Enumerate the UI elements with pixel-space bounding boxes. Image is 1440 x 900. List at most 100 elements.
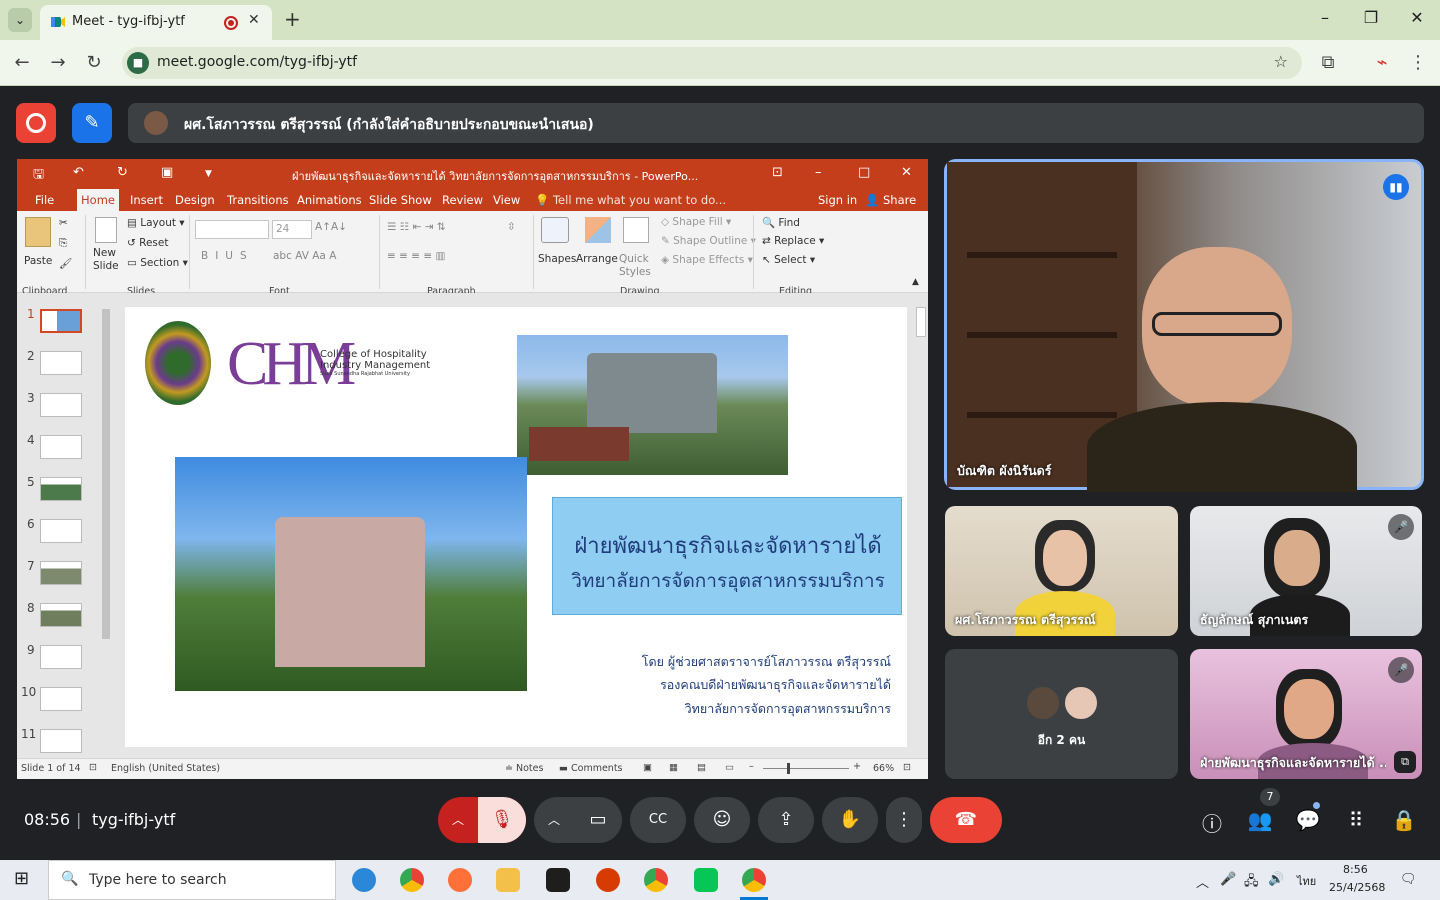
- slide-thumbnail-1[interactable]: [40, 309, 82, 333]
- volume-icon[interactable]: 🔊: [1268, 872, 1284, 887]
- new-slide-icon[interactable]: [95, 217, 117, 243]
- extension-icon[interactable]: ⌁: [1370, 52, 1394, 73]
- omnibox[interactable]: ■ meet.google.com/tyg-ifbj-ytf ☆: [122, 47, 1302, 79]
- copy-icon[interactable]: ⎘: [59, 237, 67, 250]
- tab-animations[interactable]: Animations: [297, 193, 362, 207]
- font-name-field[interactable]: [195, 220, 269, 239]
- activities-icon[interactable]: ⠿: [1342, 808, 1370, 832]
- paste-icon[interactable]: [25, 217, 51, 247]
- pin-tile-icon[interactable]: ⧉: [1394, 751, 1416, 773]
- normal-view-icon[interactable]: ▣: [643, 762, 652, 773]
- camera-button[interactable]: ▭: [574, 797, 622, 843]
- thumbnail-scrollbar[interactable]: [100, 295, 112, 755]
- start-from-beginning-icon[interactable]: ▣: [161, 165, 173, 180]
- slide-thumbnail-10[interactable]: [40, 687, 82, 711]
- slide-thumbnail-9[interactable]: [40, 645, 82, 669]
- tab-home[interactable]: Home: [77, 189, 119, 211]
- participant-tile-main[interactable]: ▮▮ บัณฑิต ผังนิรันดร์: [944, 159, 1424, 492]
- forward-arrow-icon[interactable]: →: [46, 52, 70, 73]
- slide-thumbnail-5[interactable]: [40, 477, 82, 501]
- ribbon-display-icon[interactable]: ⊡: [772, 165, 783, 180]
- browser-tab-meet[interactable]: Meet - tyg-ifbj-ytf ✕: [40, 5, 272, 40]
- slide-thumbnail-8[interactable]: [40, 603, 82, 627]
- tab-file[interactable]: File: [35, 193, 54, 207]
- tab-transitions[interactable]: Transitions: [227, 193, 289, 207]
- tab-search-chevron-icon[interactable]: ⌄: [8, 8, 32, 32]
- shape-outline-button[interactable]: ✎ Shape Outline ▾: [661, 235, 756, 247]
- grow-font-icon[interactable]: A↑A↓: [315, 221, 347, 233]
- terminal-icon[interactable]: [546, 868, 570, 892]
- layout-button[interactable]: ▤ Layout ▾: [127, 217, 185, 229]
- chrome-icon[interactable]: [400, 868, 424, 892]
- meeting-info-icon[interactable]: ⓘ: [1198, 808, 1226, 837]
- slide-sorter-icon[interactable]: ▦: [669, 762, 678, 773]
- font-size-field[interactable]: 24: [272, 220, 312, 239]
- tray-mic-icon[interactable]: 🎤: [1220, 872, 1236, 887]
- new-slide-button[interactable]: New Slide: [93, 247, 123, 273]
- bullets-icon[interactable]: ☰ ☷ ⇤ ⇥ ⇅: [387, 221, 446, 233]
- present-screen-icon[interactable]: ⇪: [758, 797, 814, 843]
- shape-fill-button[interactable]: ◇ Shape Fill ▾: [661, 216, 731, 228]
- comments-button[interactable]: ▬ Comments: [559, 763, 623, 774]
- camera-options-chevron-icon[interactable]: ︿: [534, 797, 574, 843]
- notes-icon[interactable]: ✎: [72, 103, 112, 143]
- zoom-in-icon[interactable]: +: [853, 761, 861, 772]
- tab-insert[interactable]: Insert: [130, 193, 163, 207]
- participant-tile[interactable]: 🎤 ธัญลักษณ์ สุภาเนตร: [1190, 506, 1422, 636]
- windows-start-icon[interactable]: ⊞: [14, 868, 29, 889]
- more-options-icon[interactable]: ⋮: [886, 797, 922, 843]
- ppt-close-button[interactable]: ✕: [901, 165, 912, 180]
- maximize-button[interactable]: ❐: [1356, 8, 1386, 27]
- zoom-slider[interactable]: [763, 768, 849, 769]
- browser-menu-icon[interactable]: ⋮: [1406, 52, 1430, 73]
- shape-effects-button[interactable]: ◈ Shape Effects ▾: [661, 254, 753, 266]
- arrange-icon[interactable]: [585, 217, 611, 243]
- slide-scroll-thumb[interactable]: [916, 307, 926, 337]
- cut-icon[interactable]: ✂: [59, 217, 68, 229]
- bookmark-star-icon[interactable]: ☆: [1274, 52, 1288, 71]
- input-language[interactable]: ไทย: [1297, 872, 1316, 890]
- font-format-icons[interactable]: BIUS: [201, 250, 254, 262]
- zoom-level[interactable]: 66%: [873, 763, 894, 774]
- text-direction-icon[interactable]: ⇳: [507, 221, 516, 233]
- slide-thumbnail-6[interactable]: [40, 519, 82, 543]
- ppt-maximize-button[interactable]: □: [858, 165, 870, 180]
- minimize-button[interactable]: –: [1310, 8, 1340, 27]
- font-more-icons[interactable]: abc AV Aa A: [273, 250, 336, 262]
- slide-thumbnail-7[interactable]: [40, 561, 82, 585]
- mic-off-button[interactable]: 🎙: [478, 797, 526, 843]
- tab-design[interactable]: Design: [175, 193, 215, 207]
- slide-thumbnail-2[interactable]: [40, 351, 82, 375]
- taskbar-time[interactable]: 8:56: [1343, 863, 1368, 876]
- notification-center-icon[interactable]: 🗨: [1400, 872, 1417, 887]
- slide-thumbnail-3[interactable]: [40, 393, 82, 417]
- app-icon[interactable]: [596, 868, 620, 892]
- shapes-button[interactable]: Shapes: [538, 253, 576, 265]
- taskbar-search-box[interactable]: 🔍 Type here to search: [48, 860, 336, 900]
- network-icon[interactable]: 🖧: [1244, 872, 1259, 894]
- section-button[interactable]: ▭ Section ▾: [127, 257, 188, 269]
- qat-customize-icon[interactable]: ▼: [205, 169, 212, 179]
- people-icon[interactable]: 👥: [1246, 808, 1274, 832]
- notes-button[interactable]: ≐ Notes: [505, 763, 543, 774]
- participant-tile-overflow[interactable]: อีก 2 คน: [945, 649, 1178, 779]
- slide-vertical-scrollbar[interactable]: [914, 293, 928, 758]
- chrome-active-icon[interactable]: [742, 868, 766, 892]
- sign-in-link[interactable]: Sign in: [818, 193, 857, 207]
- share-button[interactable]: 👤 Share: [865, 193, 916, 207]
- host-controls-icon[interactable]: 🔒: [1390, 808, 1418, 832]
- tab-slide-show[interactable]: Slide Show: [369, 193, 432, 207]
- reading-view-icon[interactable]: ▤: [697, 762, 706, 773]
- captions-button[interactable]: CC: [630, 797, 686, 843]
- taskbar-date[interactable]: 25/4/2568: [1329, 881, 1385, 894]
- replace-button[interactable]: ⇄ Replace ▾: [762, 235, 824, 247]
- quick-styles-button[interactable]: Quick Styles: [619, 253, 655, 279]
- language-status[interactable]: English (United States): [111, 763, 220, 774]
- slideshow-icon[interactable]: ▭: [725, 762, 734, 773]
- slide-thumbnail-11[interactable]: [40, 729, 82, 753]
- line-app-icon[interactable]: [694, 868, 718, 892]
- close-window-button[interactable]: ✕: [1402, 8, 1432, 27]
- tab-review[interactable]: Review: [442, 193, 483, 207]
- raise-hand-icon[interactable]: ✋: [822, 797, 878, 843]
- collapse-ribbon-icon[interactable]: ▲: [912, 277, 919, 287]
